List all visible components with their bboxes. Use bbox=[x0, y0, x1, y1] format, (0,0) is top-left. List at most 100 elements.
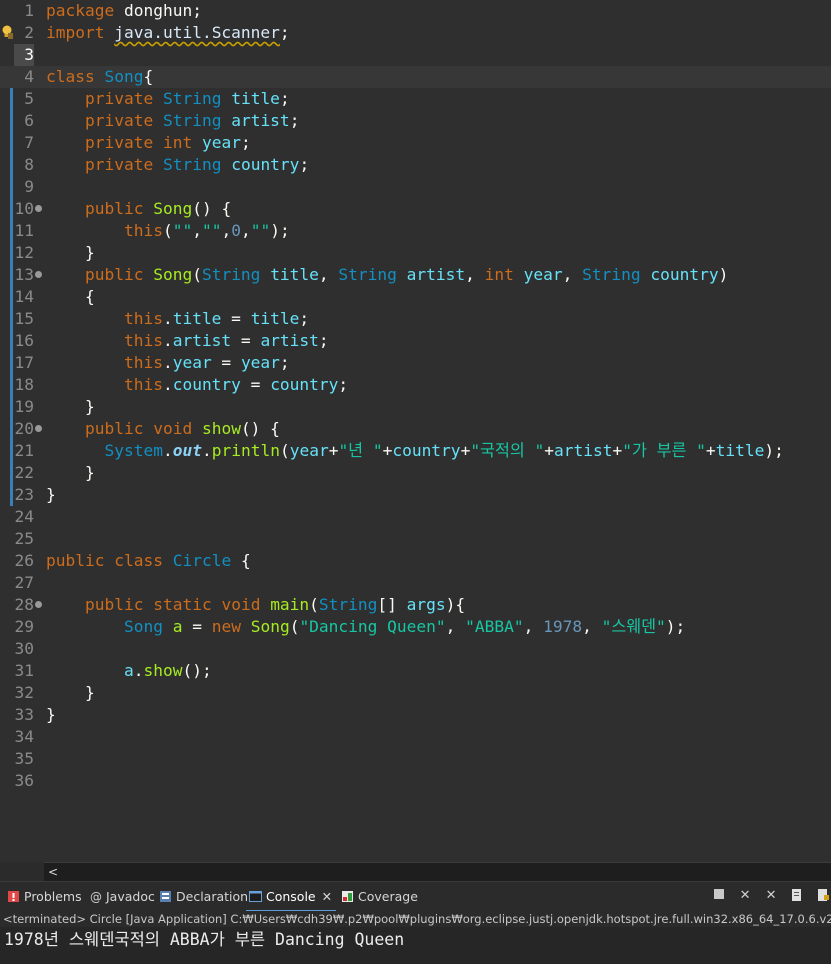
code-token: = bbox=[182, 617, 212, 636]
horizontal-scrollbar[interactable]: < bbox=[44, 862, 831, 881]
tab-console[interactable]: Console ✕ bbox=[245, 886, 337, 912]
fold-marker-icon[interactable] bbox=[35, 271, 42, 278]
code-line[interactable]: 29 Song a = new Song("Dancing Queen", "A… bbox=[0, 616, 831, 638]
code-line[interactable]: 24 bbox=[0, 506, 831, 528]
code-line[interactable]: 18 this.country = country; bbox=[0, 374, 831, 396]
code-line[interactable]: 20 public void show() { bbox=[0, 418, 831, 440]
line-number: 20 bbox=[14, 419, 35, 438]
tab-javadoc-label: Javadoc bbox=[106, 889, 155, 904]
code-line[interactable]: 27 bbox=[0, 572, 831, 594]
code-token: ){ bbox=[445, 595, 466, 614]
scroll-left-arrow[interactable]: < bbox=[48, 863, 58, 881]
code-lines[interactable]: 1 package donghun; 2 import java.util.Scann… bbox=[0, 0, 831, 792]
code-line[interactable]: 13 public Song(String title, String arti… bbox=[0, 264, 831, 286]
code-token: artist bbox=[231, 111, 290, 130]
scroll-lock-icon[interactable] bbox=[815, 888, 831, 904]
code-line[interactable]: 11 this("","",0,""); bbox=[0, 220, 831, 242]
tab-coverage[interactable]: Coverage bbox=[340, 886, 418, 908]
code-token: year bbox=[172, 353, 212, 372]
code-line[interactable]: 15 this.title = title; bbox=[0, 308, 831, 330]
line-number: 32 bbox=[14, 683, 35, 702]
code-line[interactable]: 6 private String artist; bbox=[0, 110, 831, 132]
code-editor[interactable]: 1 package donghun; 2 import java.util.Scann… bbox=[0, 0, 831, 862]
code-line[interactable]: 9 bbox=[0, 176, 831, 198]
tab-javadoc[interactable]: @ Javadoc bbox=[88, 886, 155, 908]
code-token: } bbox=[46, 397, 95, 416]
code-token: } bbox=[46, 485, 56, 504]
tab-declaration[interactable]: Declaration bbox=[158, 886, 248, 908]
remove-launch-icon[interactable]: ✕ bbox=[737, 888, 753, 904]
fold-marker-icon[interactable] bbox=[35, 205, 42, 212]
code-line[interactable]: 3 bbox=[0, 44, 831, 66]
code-line[interactable]: 5 private String title; bbox=[0, 88, 831, 110]
code-token: ( bbox=[289, 617, 300, 636]
code-token: artist bbox=[553, 441, 613, 460]
code-token: Song bbox=[153, 265, 193, 284]
code-token: main bbox=[270, 595, 310, 614]
code-line[interactable]: 26 public class Circle { bbox=[0, 550, 831, 572]
code-token: title bbox=[231, 89, 280, 108]
javadoc-icon: @ bbox=[90, 890, 102, 903]
code-token: private bbox=[84, 89, 154, 108]
code-token: country bbox=[650, 265, 719, 284]
code-token: + bbox=[705, 441, 716, 460]
code-line[interactable]: 22 } bbox=[0, 462, 831, 484]
code-token: + bbox=[460, 441, 471, 460]
code-line[interactable]: 17 this.year = year; bbox=[0, 352, 831, 374]
line-number: 34 bbox=[14, 727, 35, 746]
terminate-icon[interactable] bbox=[711, 888, 727, 904]
line-number: 12 bbox=[14, 243, 35, 262]
code-token: System bbox=[104, 441, 163, 460]
code-token: country bbox=[231, 155, 300, 174]
code-line[interactable]: 36 bbox=[0, 770, 831, 792]
code-line[interactable]: 21 System.out.println(year+"년 "+country+… bbox=[0, 440, 831, 462]
code-line[interactable]: 10 public Song() { bbox=[0, 198, 831, 220]
code-line[interactable]: 7 private int year; bbox=[0, 132, 831, 154]
code-line[interactable]: 4 class Song{ bbox=[0, 66, 831, 88]
code-text: private String artist; bbox=[46, 110, 299, 132]
tab-problems[interactable]: Problems bbox=[6, 886, 82, 908]
code-line[interactable]: 23} bbox=[0, 484, 831, 506]
code-token: () { bbox=[192, 199, 232, 218]
line-number: 7 bbox=[24, 133, 34, 152]
code-line[interactable]: 33} bbox=[0, 704, 831, 726]
code-line[interactable]: 25 bbox=[0, 528, 831, 550]
code-line[interactable]: 16 this.artist = artist; bbox=[0, 330, 831, 352]
code-line[interactable]: 31 a.show(); bbox=[0, 660, 831, 682]
code-token: country bbox=[270, 375, 339, 394]
code-token: ( bbox=[309, 595, 319, 614]
code-line[interactable]: 19 } bbox=[0, 396, 831, 418]
code-line[interactable]: 12 } bbox=[0, 242, 831, 264]
code-token: donghun; bbox=[114, 1, 202, 20]
remove-all-terminated-icon[interactable]: ✕ bbox=[763, 888, 779, 904]
code-token: ; bbox=[299, 309, 310, 328]
fold-marker-icon[interactable] bbox=[35, 601, 42, 608]
code-token: private bbox=[84, 133, 154, 152]
code-line[interactable]: 32 } bbox=[0, 682, 831, 704]
code-line[interactable]: 28 public static void main(String[] args… bbox=[0, 594, 831, 616]
code-token: "스웨덴" bbox=[601, 617, 666, 636]
code-line[interactable]: 2 import java.util.Scanner; bbox=[0, 22, 831, 44]
code-line[interactable]: 8 private String country; bbox=[0, 154, 831, 176]
line-number: 25 bbox=[14, 529, 35, 548]
close-icon[interactable]: ✕ bbox=[322, 889, 332, 904]
line-number: 13 bbox=[14, 265, 35, 284]
code-token: title bbox=[270, 265, 319, 284]
code-token: . bbox=[162, 331, 173, 350]
code-line[interactable]: 34 bbox=[0, 726, 831, 748]
code-line[interactable]: 35 bbox=[0, 748, 831, 770]
console-output-area[interactable]: 1978년 스웨덴국적의 ABBA가 부른 Dancing Queen bbox=[0, 927, 831, 964]
code-line[interactable]: 30 bbox=[0, 638, 831, 660]
code-token: Song bbox=[123, 617, 163, 636]
code-line[interactable]: 14 { bbox=[0, 286, 831, 308]
fold-marker-icon[interactable] bbox=[35, 425, 42, 432]
code-line[interactable]: 1 package donghun; bbox=[0, 0, 831, 22]
clear-console-icon[interactable] bbox=[789, 888, 805, 904]
